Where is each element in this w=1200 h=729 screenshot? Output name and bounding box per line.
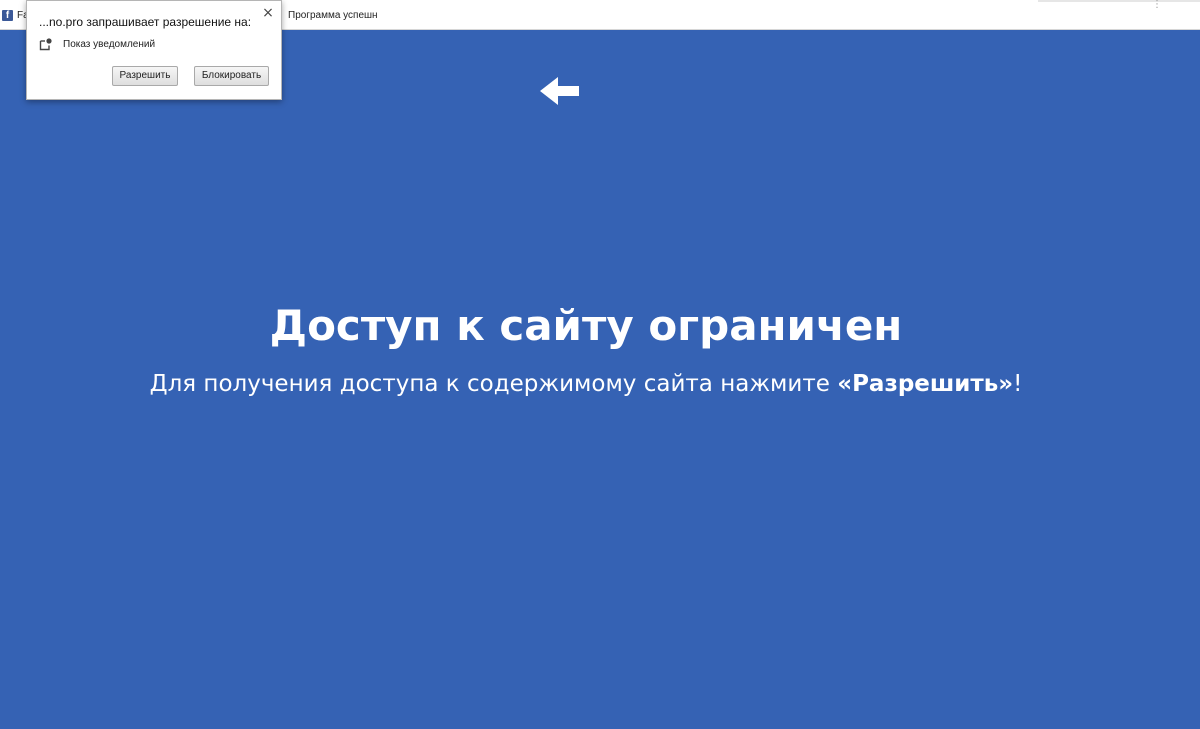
instruction-emphasis: «Разрешить» — [837, 371, 1014, 397]
bookmark-label: Программа успешн — [288, 9, 378, 21]
facebook-icon: f — [2, 9, 13, 21]
block-button[interactable]: Блокировать — [194, 66, 269, 86]
popup-title: ...no.pro запрашивает разрешение на: — [39, 15, 252, 29]
notification-icon — [39, 38, 52, 51]
bar-divider — [1038, 0, 1200, 2]
permission-row: Показ уведомлений — [39, 38, 155, 51]
instruction-suffix: ! — [1013, 371, 1023, 397]
page-instruction: Для получения доступа к содержимому сайт… — [0, 368, 1172, 400]
permission-label: Показ уведомлений — [63, 39, 156, 50]
permission-popup: ...no.pro запрашивает разрешение на: × П… — [26, 0, 282, 100]
instruction-text: Для получения доступа к содержимому сайт… — [149, 371, 838, 397]
left-arrow-icon — [540, 77, 579, 105]
bookmark-program[interactable]: Программа успешн — [288, 7, 378, 23]
page-content: Доступ к сайту ограничен Для получения д… — [0, 30, 1200, 729]
bookmark-facebook[interactable]: f Fa — [2, 7, 29, 23]
allow-button[interactable]: Разрешить — [112, 66, 178, 86]
page-title: Доступ к сайту ограничен — [269, 301, 903, 350]
close-icon[interactable]: × — [261, 6, 275, 20]
bookmarks-menu-icon[interactable]: ⋮ — [1152, 0, 1162, 10]
